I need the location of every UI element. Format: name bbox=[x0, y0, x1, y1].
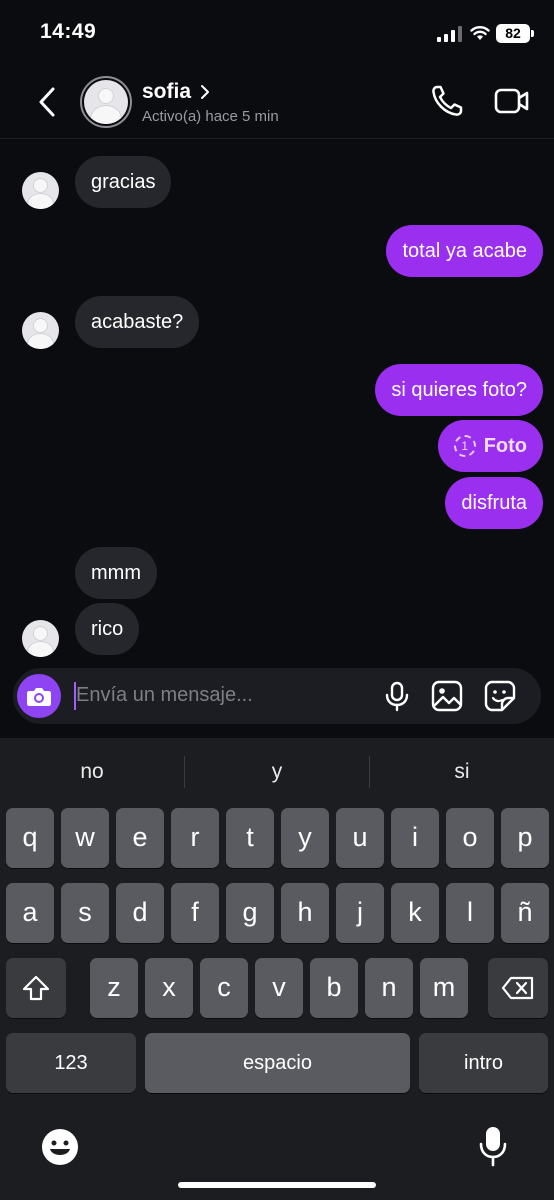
status-time: 14:49 bbox=[40, 20, 97, 43]
shift-icon bbox=[22, 975, 50, 1001]
key-y[interactable]: y bbox=[281, 808, 329, 868]
key-z[interactable]: z bbox=[90, 958, 138, 1018]
received-message[interactable]: mmm bbox=[75, 547, 157, 599]
key-b[interactable]: b bbox=[310, 958, 358, 1018]
sender-avatar bbox=[22, 620, 59, 657]
dictation-microphone-icon[interactable] bbox=[478, 1125, 508, 1167]
sent-message[interactable]: disfruta bbox=[445, 477, 543, 529]
suggestion-no[interactable]: no bbox=[0, 760, 184, 784]
key-p[interactable]: p bbox=[501, 808, 549, 868]
key-u[interactable]: u bbox=[336, 808, 384, 868]
chat-header: sofia Activo(a) hace 5 min bbox=[0, 64, 554, 139]
camera-button[interactable] bbox=[17, 674, 61, 718]
presence-status: Activo(a) hace 5 min bbox=[142, 108, 279, 125]
view-once-photo-message[interactable]: 1 Foto bbox=[437, 420, 543, 472]
key-f[interactable]: f bbox=[171, 883, 219, 943]
key-k[interactable]: k bbox=[391, 883, 439, 943]
suggestion-y[interactable]: y bbox=[185, 760, 369, 784]
delete-key[interactable] bbox=[488, 958, 548, 1018]
received-message[interactable]: acabaste? bbox=[75, 296, 200, 348]
backspace-icon bbox=[501, 976, 534, 1000]
keyboard: no y si qwertyuiop asdfghjklñ zxcvbnm 12… bbox=[0, 738, 554, 1200]
view-once-icon: 1 bbox=[453, 435, 476, 457]
key-j[interactable]: j bbox=[336, 883, 384, 943]
key-ñ[interactable]: ñ bbox=[501, 883, 549, 943]
key-i[interactable]: i bbox=[391, 808, 439, 868]
key-s[interactable]: s bbox=[61, 883, 109, 943]
sender-avatar bbox=[22, 172, 59, 209]
contact-name[interactable]: sofia bbox=[142, 80, 191, 104]
wifi-icon bbox=[470, 26, 490, 40]
key-n[interactable]: n bbox=[365, 958, 413, 1018]
key-q[interactable]: q bbox=[6, 808, 54, 868]
avatar-placeholder-icon bbox=[84, 80, 128, 124]
key-w[interactable]: w bbox=[61, 808, 109, 868]
contact-avatar[interactable] bbox=[80, 76, 132, 128]
key-m[interactable]: m bbox=[420, 958, 468, 1018]
numbers-key[interactable]: 123 bbox=[6, 1033, 136, 1093]
space-key[interactable]: espacio bbox=[145, 1033, 410, 1093]
message-composer: Envía un mensaje... bbox=[13, 668, 541, 724]
chevron-right-icon[interactable] bbox=[199, 83, 211, 101]
key-l[interactable]: l bbox=[446, 883, 494, 943]
received-message[interactable]: gracias bbox=[75, 156, 172, 208]
photo-label: Foto bbox=[483, 435, 527, 457]
home-indicator bbox=[178, 1182, 376, 1188]
key-c[interactable]: c bbox=[200, 958, 248, 1018]
emoji-icon[interactable] bbox=[40, 1127, 80, 1167]
received-message[interactable]: rico bbox=[75, 603, 140, 655]
cellular-signal-icon bbox=[437, 26, 462, 42]
key-h[interactable]: h bbox=[281, 883, 329, 943]
key-r[interactable]: r bbox=[171, 808, 219, 868]
suggestion-si[interactable]: si bbox=[370, 760, 554, 784]
key-e[interactable]: e bbox=[116, 808, 164, 868]
key-t[interactable]: t bbox=[226, 808, 274, 868]
key-g[interactable]: g bbox=[226, 883, 274, 943]
microphone-icon[interactable] bbox=[381, 680, 413, 712]
camera-icon bbox=[27, 688, 51, 706]
sent-message[interactable]: total ya acabe bbox=[386, 225, 543, 277]
sent-message[interactable]: si quieres foto? bbox=[375, 364, 543, 416]
back-chevron-icon[interactable] bbox=[36, 86, 58, 118]
gallery-icon[interactable] bbox=[431, 680, 463, 712]
shift-key[interactable] bbox=[6, 958, 66, 1018]
sticker-icon[interactable] bbox=[484, 680, 516, 712]
return-key[interactable]: intro bbox=[419, 1033, 548, 1093]
video-call-icon[interactable] bbox=[494, 86, 530, 116]
message-input[interactable]: Envía un mensaje... bbox=[76, 684, 253, 707]
key-v[interactable]: v bbox=[255, 958, 303, 1018]
status-bar: 14:49 82 bbox=[0, 0, 554, 64]
key-a[interactable]: a bbox=[6, 883, 54, 943]
battery-indicator: 82 bbox=[496, 24, 534, 43]
key-x[interactable]: x bbox=[145, 958, 193, 1018]
key-o[interactable]: o bbox=[446, 808, 494, 868]
sender-avatar bbox=[22, 312, 59, 349]
key-d[interactable]: d bbox=[116, 883, 164, 943]
phone-call-icon[interactable] bbox=[430, 84, 464, 118]
